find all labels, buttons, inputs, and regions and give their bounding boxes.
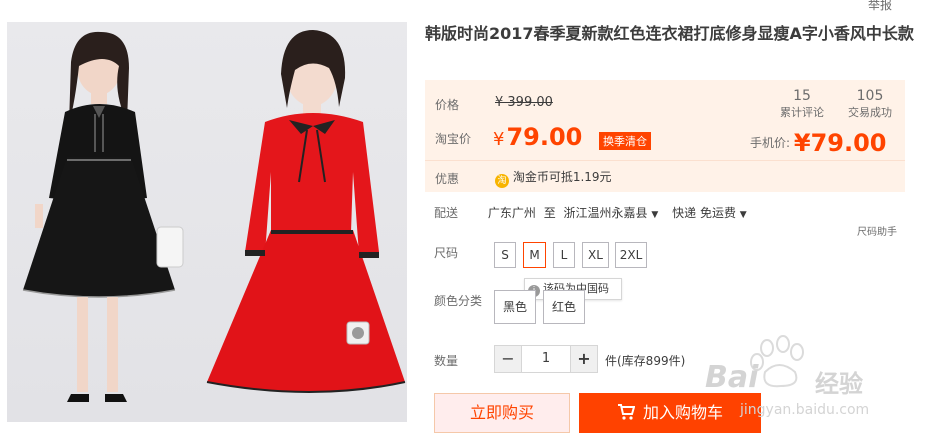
- chevron-down-icon: ▼: [651, 210, 659, 220]
- watermark-brand: Bai: [705, 360, 759, 395]
- promo-price: ¥79.00: [493, 123, 582, 151]
- mobile-price: 手机价: ¥79.00: [750, 129, 887, 157]
- quantity-increase-button[interactable]: +: [570, 345, 598, 373]
- original-price: ¥ 399.00: [495, 95, 553, 110]
- shipping-select[interactable]: 快递 免运费 ▼: [672, 206, 747, 220]
- stock-info: 件(库存899件): [605, 354, 686, 368]
- product-image[interactable]: [7, 22, 407, 422]
- product-title: 韩版时尚2017春季夏新款红色连衣裙打底修身显瘦A字小香风中长款: [425, 24, 914, 43]
- taobao-coin-icon: 淘: [495, 174, 509, 188]
- report-link[interactable]: 举报: [868, 0, 892, 13]
- color-label: 颜色分类: [434, 294, 483, 308]
- size-option-xl[interactable]: XL: [582, 242, 609, 268]
- size-option-s[interactable]: S: [494, 242, 516, 268]
- color-option-black[interactable]: 黑色: [494, 290, 536, 324]
- chevron-down-icon: ▼: [739, 210, 747, 220]
- reviews-count: 15: [793, 88, 811, 104]
- promo-price-label: 淘宝价: [435, 132, 472, 146]
- cart-icon: [617, 395, 636, 435]
- coupon-row: 优惠 淘 淘金币可抵1.19元: [425, 160, 905, 192]
- red-dress-model: [206, 30, 406, 393]
- color-option-red[interactable]: 红色: [543, 290, 585, 324]
- ship-from: 广东广州: [487, 206, 536, 220]
- black-dress-model: [22, 31, 184, 402]
- sales-stat[interactable]: 105 交易成功: [843, 88, 897, 120]
- size-helper-link[interactable]: 尺码助手: [857, 223, 897, 238]
- watermark-brand-2: 经验: [815, 370, 863, 398]
- coupon-info: 淘 淘金币可抵1.19元: [495, 168, 612, 188]
- promo-tag: 换季清仓: [599, 132, 651, 150]
- size-label: 尺码: [434, 246, 459, 260]
- reviews-label: 累计评论: [780, 106, 824, 119]
- size-option-2xl[interactable]: 2XL: [615, 242, 647, 268]
- quantity-decrease-button[interactable]: −: [494, 345, 522, 373]
- quantity-label: 数量: [434, 354, 459, 368]
- sales-count: 105: [856, 88, 884, 104]
- ship-to-word: 至: [543, 206, 556, 220]
- ship-to-select[interactable]: 浙江温州永嘉县 ▼: [564, 206, 659, 220]
- shipping-value: 快递 免运费: [672, 206, 736, 220]
- buy-now-button[interactable]: 立即购买: [434, 393, 570, 433]
- delivery-label: 配送: [434, 206, 459, 220]
- mobile-price-label: 手机价:: [750, 136, 791, 150]
- coupon-text: 淘金币可抵1.19元: [512, 170, 612, 184]
- size-option-m[interactable]: M: [523, 242, 546, 268]
- price-label: 价格: [435, 98, 460, 112]
- quantity-input[interactable]: 1: [522, 345, 570, 373]
- coupon-label: 优惠: [435, 172, 460, 186]
- yen-symbol: ¥: [493, 129, 505, 150]
- promo-price-value: 79.00: [506, 123, 583, 151]
- delivery-row: 配送 广东广州 至 浙江温州永嘉县 ▼ 快递 免运费 ▼: [434, 204, 747, 221]
- ship-to-value: 浙江温州永嘉县: [563, 206, 648, 220]
- product-photo: [22, 30, 406, 402]
- size-option-l[interactable]: L: [553, 242, 575, 268]
- baidu-watermark: Bai 经验 jingyan.baidu.com: [705, 330, 895, 430]
- reviews-stat[interactable]: 15 累计评论: [777, 88, 827, 120]
- sales-label: 交易成功: [848, 106, 892, 119]
- watermark-url: jingyan.baidu.com: [740, 402, 870, 418]
- mobile-price-value: ¥79.00: [793, 129, 887, 157]
